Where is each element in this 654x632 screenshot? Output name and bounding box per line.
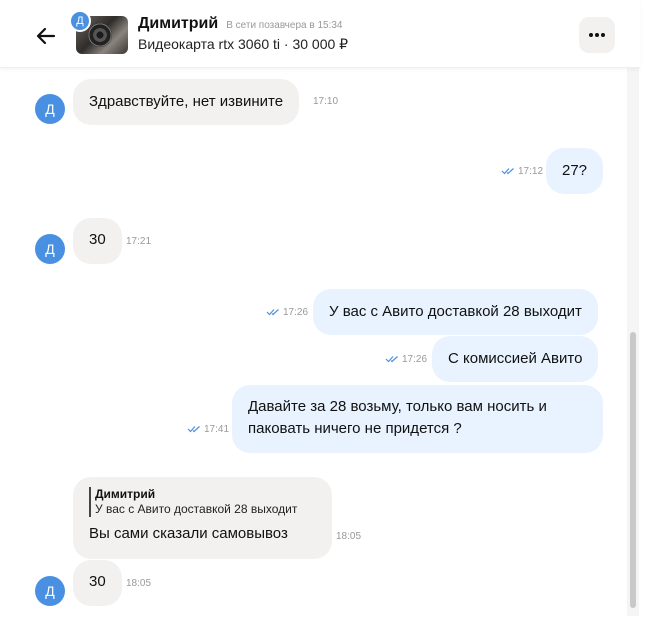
message-text: Вы сами сказали самовывоз [89,525,288,542]
message-status: 17:26 [385,354,427,365]
message-text: 27? [562,162,588,179]
sender-avatar[interactable]: Д [35,576,65,606]
message-outgoing[interactable]: С комиссией Авито [432,336,599,382]
double-check-icon [385,356,398,363]
scrollbar-thumb[interactable] [630,332,636,608]
message-list[interactable]: Д Здравствуйте, нет извините 17:10 17:12… [0,68,640,616]
message-text-line: паковать ничего не придется ? [248,420,462,437]
double-check-icon [501,168,514,175]
contact-info[interactable]: Димитрий В сети позавчера в 15:34 Видеок… [138,15,348,53]
more-options-button[interactable] [579,17,615,53]
message-incoming[interactable]: Здравствуйте, нет извините [73,79,300,125]
message-status: 17:12 [501,166,543,177]
message-time: 17:26 [283,307,309,318]
message-time: 17:10 [313,96,339,107]
arrow-left-icon [36,27,56,45]
item-title-price: Видеокарта rtx 3060 ti · 30 000 ₽ [138,36,349,52]
back-button[interactable] [34,24,58,48]
message-outgoing[interactable]: Давайте за 28 возьму, только вам носить … [232,385,603,453]
gpu-fan-image [88,23,112,47]
message-outgoing[interactable]: 27? [546,148,604,194]
message-time: 18:05 [126,578,152,589]
contact-status: В сети позавчера в 15:34 [226,20,343,31]
message-time: 17:21 [126,236,152,247]
message-incoming-reply[interactable]: Димитрий У вас с Авито доставкой 28 выхо… [73,477,332,559]
message-text: У вас с Авито доставкой 28 выходит [329,303,582,320]
double-check-icon [187,426,200,433]
message-time: 17:12 [518,166,544,177]
message-text: 30 [89,231,106,248]
message-status: 17:41 [187,424,229,435]
contact-name: Димитрий [138,15,219,32]
message-incoming[interactable]: 30 [73,218,122,264]
message-time: 17:26 [402,354,428,365]
message-text-line: Давайте за 28 возьму, только вам носить … [248,398,547,415]
message-time: 17:41 [204,424,230,435]
sender-avatar[interactable]: Д [35,234,65,264]
message-text: С комиссией Авито [448,350,583,367]
chat-header: Д Димитрий В сети позавчера в 15:34 Виде… [0,0,640,68]
quoted-message[interactable]: Димитрий У вас с Авито доставкой 28 выхо… [89,487,316,517]
sender-avatar[interactable]: Д [35,94,65,124]
message-status: 17:26 [266,307,308,318]
chat-window: Д Димитрий В сети позавчера в 15:34 Виде… [0,0,654,632]
quoted-author: Димитрий [95,487,156,501]
message-outgoing[interactable]: У вас с Авито доставкой 28 выходит [313,289,598,335]
message-incoming[interactable]: 30 [73,560,122,606]
double-check-icon [266,309,279,316]
message-time: 18:05 [336,531,362,542]
more-horizontal-icon [589,33,605,37]
quoted-text: У вас с Авито доставкой 28 выходит [95,502,298,516]
message-text: 30 [89,573,106,590]
message-text: Здравствуйте, нет извините [89,93,284,110]
contact-avatar-badge: Д [69,10,91,32]
